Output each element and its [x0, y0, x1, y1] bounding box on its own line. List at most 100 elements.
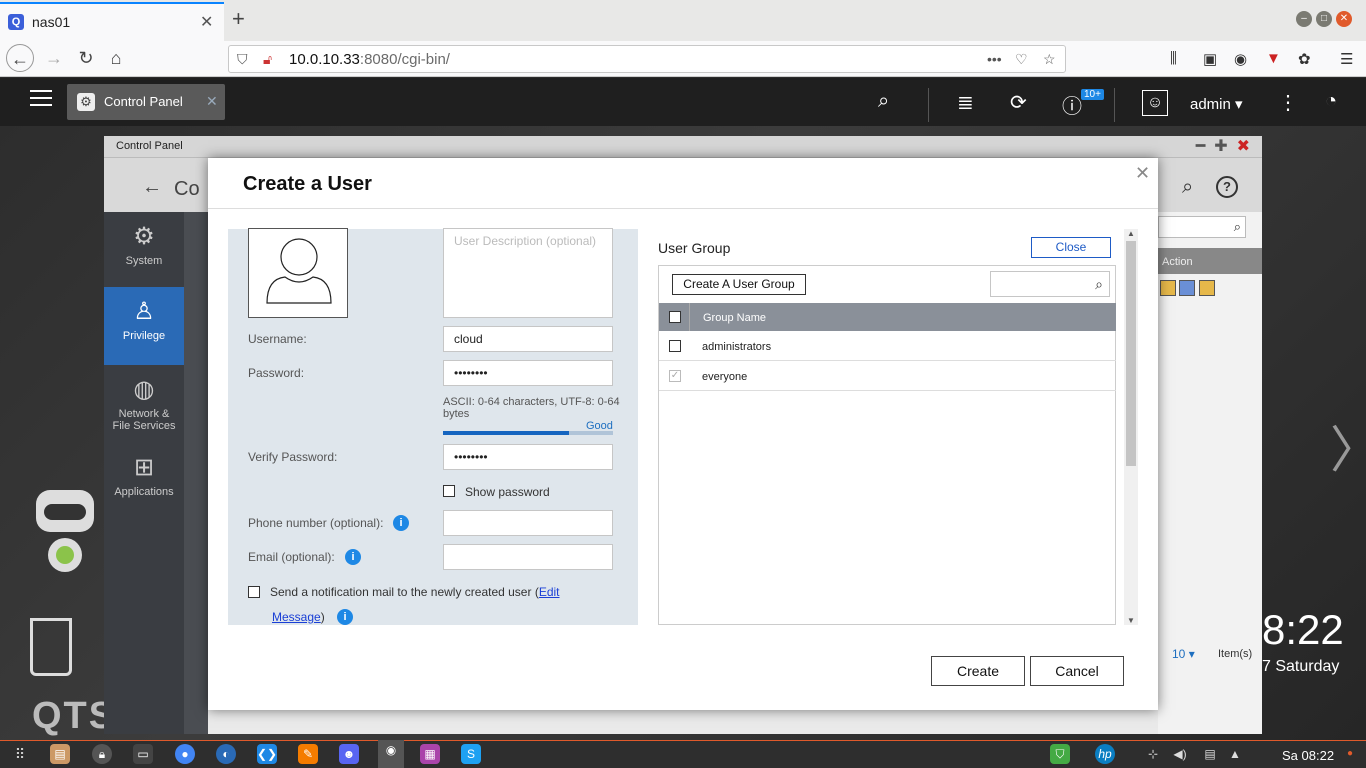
vscode-icon[interactable]: ❮❯	[257, 744, 277, 764]
terminal-icon[interactable]: ▭	[133, 744, 153, 764]
close-icon[interactable]: ✖	[1237, 138, 1250, 155]
apps-grid-icon[interactable]: ⠿	[10, 744, 30, 764]
image-viewer-icon[interactable]: ▦	[420, 744, 440, 764]
files-icon[interactable]: ▤	[50, 744, 70, 764]
show-password-checkbox[interactable]	[443, 485, 455, 497]
group-checkbox-checked[interactable]: ✓	[669, 370, 681, 382]
nav-network[interactable]: ◍ Network & File Services	[104, 365, 184, 443]
group-search-input[interactable]: ⌕	[990, 271, 1110, 297]
more-icon[interactable]: •••	[987, 51, 1002, 67]
page-size-select[interactable]: 10 ▾	[1172, 647, 1195, 661]
dialog-title: Create a User	[243, 173, 372, 195]
main-menu-icon[interactable]	[30, 90, 52, 106]
help-icon[interactable]: ?	[1216, 176, 1238, 198]
app-icon[interactable]: ◐	[216, 744, 236, 764]
firefox-icon[interactable]: ◉	[378, 740, 404, 768]
helpdesk-robot-icon[interactable]	[28, 490, 104, 590]
chrome-icon[interactable]: ●	[175, 744, 195, 764]
password-input[interactable]: ••••••••	[443, 360, 613, 386]
group-icon[interactable]	[1179, 280, 1196, 296]
phone-input[interactable]	[443, 510, 613, 536]
email-input[interactable]	[443, 544, 613, 570]
control-panel-app-tab[interactable]: ⚙ Control Panel ✕	[67, 84, 225, 120]
close-tab-icon[interactable]: ✕	[200, 12, 213, 32]
row-action-icons[interactable]	[1160, 280, 1220, 298]
group-checkbox[interactable]	[669, 340, 681, 352]
more-options-icon[interactable]: ⋮	[1278, 90, 1298, 115]
minimize-icon[interactable]: –	[1296, 11, 1312, 27]
select-all-checkbox[interactable]	[669, 311, 681, 323]
scroll-thumb[interactable]	[1126, 241, 1136, 466]
info-icon[interactable]: i	[393, 515, 409, 531]
network-icon[interactable]: ⊹	[1143, 744, 1163, 764]
power-status-icon[interactable]: ●	[1340, 744, 1360, 764]
external-device-icon[interactable]: ⟳	[1010, 90, 1027, 115]
background-tasks-icon[interactable]: ≣	[957, 90, 974, 115]
search-icon[interactable]: ⌕	[1182, 176, 1193, 199]
scroll-down-icon[interactable]: ▼	[1127, 616, 1135, 625]
volume-icon[interactable]: ◀)	[1170, 744, 1190, 764]
scroll-up-icon[interactable]: ▲	[1127, 229, 1135, 238]
avatar[interactable]	[248, 228, 348, 318]
minimize-icon[interactable]: ━	[1196, 138, 1206, 155]
plus-icon[interactable]: +	[232, 6, 245, 32]
lock-icon[interactable]: 🔒︎	[92, 744, 112, 764]
security-shield-icon[interactable]: ⛉	[1050, 744, 1070, 764]
nav-label: Applications	[114, 486, 174, 498]
forward-icon[interactable]: →	[40, 44, 68, 72]
nav-privilege[interactable]: ♙ Privilege	[104, 287, 184, 365]
info-icon[interactable]: i	[345, 549, 361, 565]
trash-icon[interactable]	[30, 618, 72, 676]
nav-system[interactable]: ⚙ System	[104, 212, 184, 290]
user-group-close-button[interactable]: Close	[1031, 237, 1111, 258]
search-icon[interactable]: ⌕	[878, 90, 889, 113]
postman-icon[interactable]: ✎	[298, 744, 318, 764]
extension-v-icon[interactable]: ▼	[1266, 50, 1281, 67]
notification-icon[interactable]: ⓘ	[1062, 90, 1082, 119]
menu-icon[interactable]: ☰	[1340, 50, 1353, 68]
hp-icon[interactable]: hp	[1095, 744, 1115, 764]
cancel-button[interactable]: Cancel	[1030, 656, 1124, 686]
chevron-right-icon[interactable]: 〉	[1330, 410, 1366, 482]
home-icon[interactable]: ⌂	[102, 44, 130, 72]
sidebar-icon[interactable]: ▣	[1203, 50, 1217, 68]
nav-applications[interactable]: ⊞ Applications	[104, 443, 184, 521]
discord-icon[interactable]: ☻	[339, 744, 359, 764]
reload-icon[interactable]: ↻	[72, 44, 100, 72]
clipboard-icon[interactable]: ▤	[1200, 744, 1220, 764]
list-search-input[interactable]: ⌕	[1158, 216, 1246, 238]
create-button[interactable]: Create	[931, 656, 1025, 686]
back-icon[interactable]: ←	[6, 44, 34, 72]
bookmark-star-icon[interactable]: ☆	[1043, 51, 1056, 68]
library-icon[interactable]: ⫼	[1170, 50, 1177, 67]
maximize-icon[interactable]: □	[1316, 11, 1332, 27]
pocket-icon[interactable]: ♡	[1015, 51, 1028, 68]
tray-expand-icon[interactable]: ▲	[1225, 744, 1245, 764]
verify-password-input[interactable]: ••••••••	[443, 444, 613, 470]
table-row[interactable]: administrators	[659, 331, 1116, 361]
browser-tab[interactable]: Q nas01 ✕	[0, 2, 224, 41]
extension-paw-icon[interactable]: ✿	[1298, 50, 1311, 68]
table-row[interactable]: ✓ everyone	[659, 361, 1116, 391]
maximize-icon[interactable]: ✚	[1214, 138, 1227, 155]
skype-icon[interactable]: S	[461, 744, 481, 764]
notify-checkbox[interactable]	[248, 586, 260, 598]
edit-icon[interactable]	[1160, 280, 1176, 296]
edit-message-link[interactable]: Edit	[539, 585, 560, 599]
message-link[interactable]: Message	[272, 610, 321, 624]
url-bar[interactable]: ⛉ 🔓︎ 10.0.10.33:8080/cgi-bin/ ••• ♡ ☆	[228, 45, 1066, 73]
create-user-group-button[interactable]: Create A User Group	[672, 274, 806, 295]
dashboard-icon[interactable]: ◔	[1325, 90, 1337, 113]
user-menu[interactable]: admin ▾	[1190, 95, 1243, 113]
info-icon[interactable]: i	[337, 609, 353, 625]
permission-icon[interactable]	[1198, 280, 1215, 296]
username-input[interactable]: cloud	[443, 326, 613, 352]
account-icon[interactable]: ◉	[1234, 50, 1247, 68]
user-icon[interactable]: ☺	[1142, 90, 1168, 116]
description-textarea[interactable]: User Description (optional)	[443, 228, 613, 318]
dialog-scrollbar[interactable]: ▲ ▼	[1124, 229, 1138, 625]
close-icon[interactable]: ✕	[1135, 163, 1150, 184]
close-app-icon[interactable]: ✕	[206, 93, 218, 110]
close-window-icon[interactable]: ✕	[1336, 11, 1352, 27]
back-arrow-icon[interactable]: ←	[142, 176, 162, 199]
